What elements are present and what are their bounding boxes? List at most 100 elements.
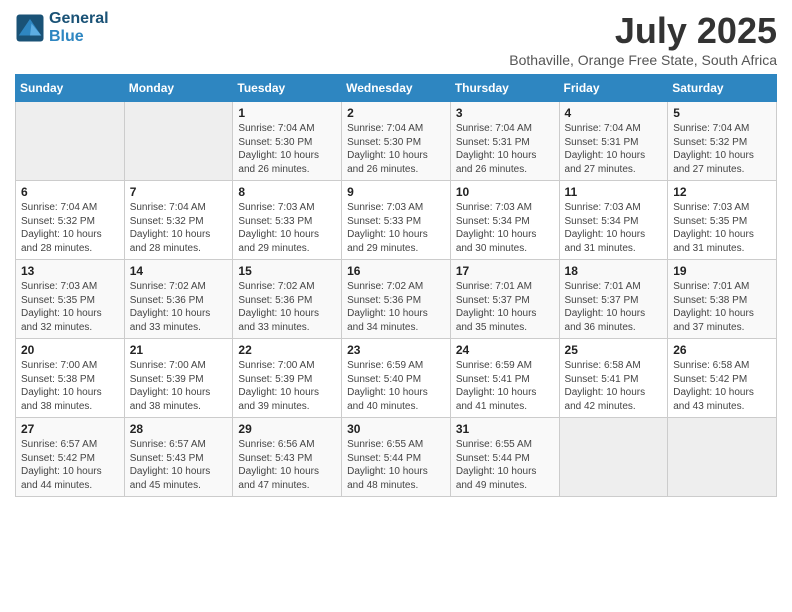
calendar-cell: 9 Sunrise: 7:03 AM Sunset: 5:33 PM Daylig… — [342, 181, 451, 260]
day-number: 4 — [565, 106, 663, 120]
day-number: 22 — [238, 343, 336, 357]
calendar-cell: 11 Sunrise: 7:03 AM Sunset: 5:34 PM Dayli… — [559, 181, 668, 260]
day-info: Sunrise: 7:04 AM Sunset: 5:32 PM Dayligh… — [130, 201, 228, 255]
calendar-cell: 24Sunrise: 6:59 AM Sunset: 5:41 PM Dayli… — [450, 339, 559, 418]
calendar-cell: 5 Sunrise: 7:04 AM Sunset: 5:32 PM Daylig… — [668, 102, 777, 181]
day-info: Sunrise: 7:00 AM Sunset: 5:39 PM Dayligh… — [130, 359, 228, 413]
day-info: Sunrise: 7:04 AM Sunset: 5:30 PM Dayligh… — [238, 122, 336, 176]
day-number: 12 — [673, 185, 771, 199]
calendar-week-4: 20 Sunrise: 7:00 AM Sunset: 5:38 PM Dayli… — [16, 339, 777, 418]
day-number: 30 — [347, 422, 445, 436]
day-info: Sunrise: 6:56 AM Sunset: 5:43 PM Dayligh… — [238, 438, 336, 492]
day-number: 6 — [21, 185, 119, 199]
day-info: Sunrise: 7:03 AM Sunset: 5:35 PM Dayligh… — [21, 280, 119, 334]
day-info: Sunrise: 7:03 AM Sunset: 5:33 PM Dayligh… — [347, 201, 445, 255]
calendar-cell: 4 Sunrise: 7:04 AM Sunset: 5:31 PM Daylig… — [559, 102, 668, 181]
day-info: Sunrise: 7:02 AM Sunset: 5:36 PM Dayligh… — [347, 280, 445, 334]
calendar-cell: 30 Sunrise: 6:55 AM Sunset: 5:44 PM Dayli… — [342, 418, 451, 497]
day-number: 21 — [130, 343, 228, 357]
calendar-cell: 15 Sunrise: 7:02 AM Sunset: 5:36 PM Dayli… — [233, 260, 342, 339]
calendar-cell — [559, 418, 668, 497]
day-number: 17 — [456, 264, 554, 278]
header: General Blue July 2025 Bothaville, Orang… — [15, 10, 777, 68]
calendar-cell: 10Sunrise: 7:03 AM Sunset: 5:34 PM Dayli… — [450, 181, 559, 260]
calendar-week-3: 13 Sunrise: 7:03 AM Sunset: 5:35 PM Dayli… — [16, 260, 777, 339]
calendar-cell: 18 Sunrise: 7:01 AM Sunset: 5:37 PM Dayli… — [559, 260, 668, 339]
day-header-tuesday: Tuesday — [233, 75, 342, 102]
calendar-body: 1 Sunrise: 7:04 AM Sunset: 5:30 PM Daylig… — [16, 102, 777, 497]
calendar-cell: 8 Sunrise: 7:03 AM Sunset: 5:33 PM Daylig… — [233, 181, 342, 260]
day-header-friday: Friday — [559, 75, 668, 102]
logo-text: General Blue — [49, 10, 109, 46]
day-info: Sunrise: 7:04 AM Sunset: 5:31 PM Dayligh… — [565, 122, 663, 176]
calendar-cell: 19Sunrise: 7:01 AM Sunset: 5:38 PM Dayli… — [668, 260, 777, 339]
day-number: 19 — [673, 264, 771, 278]
day-header-thursday: Thursday — [450, 75, 559, 102]
calendar-cell: 1 Sunrise: 7:04 AM Sunset: 5:30 PM Daylig… — [233, 102, 342, 181]
day-info: Sunrise: 7:04 AM Sunset: 5:31 PM Dayligh… — [456, 122, 554, 176]
day-info: Sunrise: 7:04 AM Sunset: 5:32 PM Dayligh… — [673, 122, 771, 176]
calendar-cell: 3Sunrise: 7:04 AM Sunset: 5:31 PM Daylig… — [450, 102, 559, 181]
day-number: 25 — [565, 343, 663, 357]
calendar-container: General Blue July 2025 Bothaville, Orang… — [0, 0, 792, 507]
day-number: 23 — [347, 343, 445, 357]
day-number: 15 — [238, 264, 336, 278]
day-number: 31 — [456, 422, 554, 436]
calendar-cell — [668, 418, 777, 497]
day-number: 16 — [347, 264, 445, 278]
calendar-cell: 28Sunrise: 6:57 AM Sunset: 5:43 PM Dayli… — [124, 418, 233, 497]
calendar-cell: 7 Sunrise: 7:04 AM Sunset: 5:32 PM Daylig… — [124, 181, 233, 260]
day-number: 29 — [238, 422, 336, 436]
day-number: 9 — [347, 185, 445, 199]
day-header-wednesday: Wednesday — [342, 75, 451, 102]
calendar-cell: 20 Sunrise: 7:00 AM Sunset: 5:38 PM Dayli… — [16, 339, 125, 418]
calendar-cell — [16, 102, 125, 181]
day-header-monday: Monday — [124, 75, 233, 102]
day-info: Sunrise: 7:02 AM Sunset: 5:36 PM Dayligh… — [238, 280, 336, 334]
calendar-cell: 31 Sunrise: 6:55 AM Sunset: 5:44 PM Dayli… — [450, 418, 559, 497]
day-number: 18 — [565, 264, 663, 278]
day-number: 13 — [21, 264, 119, 278]
logo-icon — [15, 13, 45, 43]
day-info: Sunrise: 7:00 AM Sunset: 5:39 PM Dayligh… — [238, 359, 336, 413]
day-number: 1 — [238, 106, 336, 120]
day-number: 7 — [130, 185, 228, 199]
logo: General Blue — [15, 10, 109, 46]
day-info: Sunrise: 6:58 AM Sunset: 5:41 PM Dayligh… — [565, 359, 663, 413]
month-title: July 2025 — [509, 10, 777, 52]
day-number: 11 — [565, 185, 663, 199]
day-number: 5 — [673, 106, 771, 120]
calendar-table: SundayMondayTuesdayWednesdayThursdayFrid… — [15, 74, 777, 497]
calendar-cell: 21 Sunrise: 7:00 AM Sunset: 5:39 PM Dayli… — [124, 339, 233, 418]
calendar-cell: 13 Sunrise: 7:03 AM Sunset: 5:35 PM Dayli… — [16, 260, 125, 339]
day-info: Sunrise: 7:04 AM Sunset: 5:32 PM Dayligh… — [21, 201, 119, 255]
day-info: Sunrise: 6:55 AM Sunset: 5:44 PM Dayligh… — [456, 438, 554, 492]
day-info: Sunrise: 7:01 AM Sunset: 5:37 PM Dayligh… — [456, 280, 554, 334]
day-header-sunday: Sunday — [16, 75, 125, 102]
day-info: Sunrise: 7:00 AM Sunset: 5:38 PM Dayligh… — [21, 359, 119, 413]
calendar-cell: 6 Sunrise: 7:04 AM Sunset: 5:32 PM Daylig… — [16, 181, 125, 260]
day-number: 8 — [238, 185, 336, 199]
day-number: 27 — [21, 422, 119, 436]
day-info: Sunrise: 6:59 AM Sunset: 5:40 PM Dayligh… — [347, 359, 445, 413]
day-info: Sunrise: 7:03 AM Sunset: 5:34 PM Dayligh… — [456, 201, 554, 255]
day-number: 14 — [130, 264, 228, 278]
calendar-week-5: 27Sunrise: 6:57 AM Sunset: 5:42 PM Dayli… — [16, 418, 777, 497]
day-info: Sunrise: 7:01 AM Sunset: 5:37 PM Dayligh… — [565, 280, 663, 334]
day-info: Sunrise: 7:03 AM Sunset: 5:33 PM Dayligh… — [238, 201, 336, 255]
day-info: Sunrise: 7:03 AM Sunset: 5:34 PM Dayligh… — [565, 201, 663, 255]
day-info: Sunrise: 6:55 AM Sunset: 5:44 PM Dayligh… — [347, 438, 445, 492]
calendar-cell: 17 Sunrise: 7:01 AM Sunset: 5:37 PM Dayli… — [450, 260, 559, 339]
day-info: Sunrise: 6:59 AM Sunset: 5:41 PM Dayligh… — [456, 359, 554, 413]
calendar-week-1: 1 Sunrise: 7:04 AM Sunset: 5:30 PM Daylig… — [16, 102, 777, 181]
day-number: 20 — [21, 343, 119, 357]
day-info: Sunrise: 6:57 AM Sunset: 5:43 PM Dayligh… — [130, 438, 228, 492]
calendar-cell — [124, 102, 233, 181]
day-info: Sunrise: 7:03 AM Sunset: 5:35 PM Dayligh… — [673, 201, 771, 255]
calendar-cell: 22 Sunrise: 7:00 AM Sunset: 5:39 PM Dayli… — [233, 339, 342, 418]
calendar-cell: 12 Sunrise: 7:03 AM Sunset: 5:35 PM Dayli… — [668, 181, 777, 260]
calendar-cell: 25 Sunrise: 6:58 AM Sunset: 5:41 PM Dayli… — [559, 339, 668, 418]
header-row: SundayMondayTuesdayWednesdayThursdayFrid… — [16, 75, 777, 102]
calendar-cell: 16 Sunrise: 7:02 AM Sunset: 5:36 PM Dayli… — [342, 260, 451, 339]
calendar-week-2: 6 Sunrise: 7:04 AM Sunset: 5:32 PM Daylig… — [16, 181, 777, 260]
